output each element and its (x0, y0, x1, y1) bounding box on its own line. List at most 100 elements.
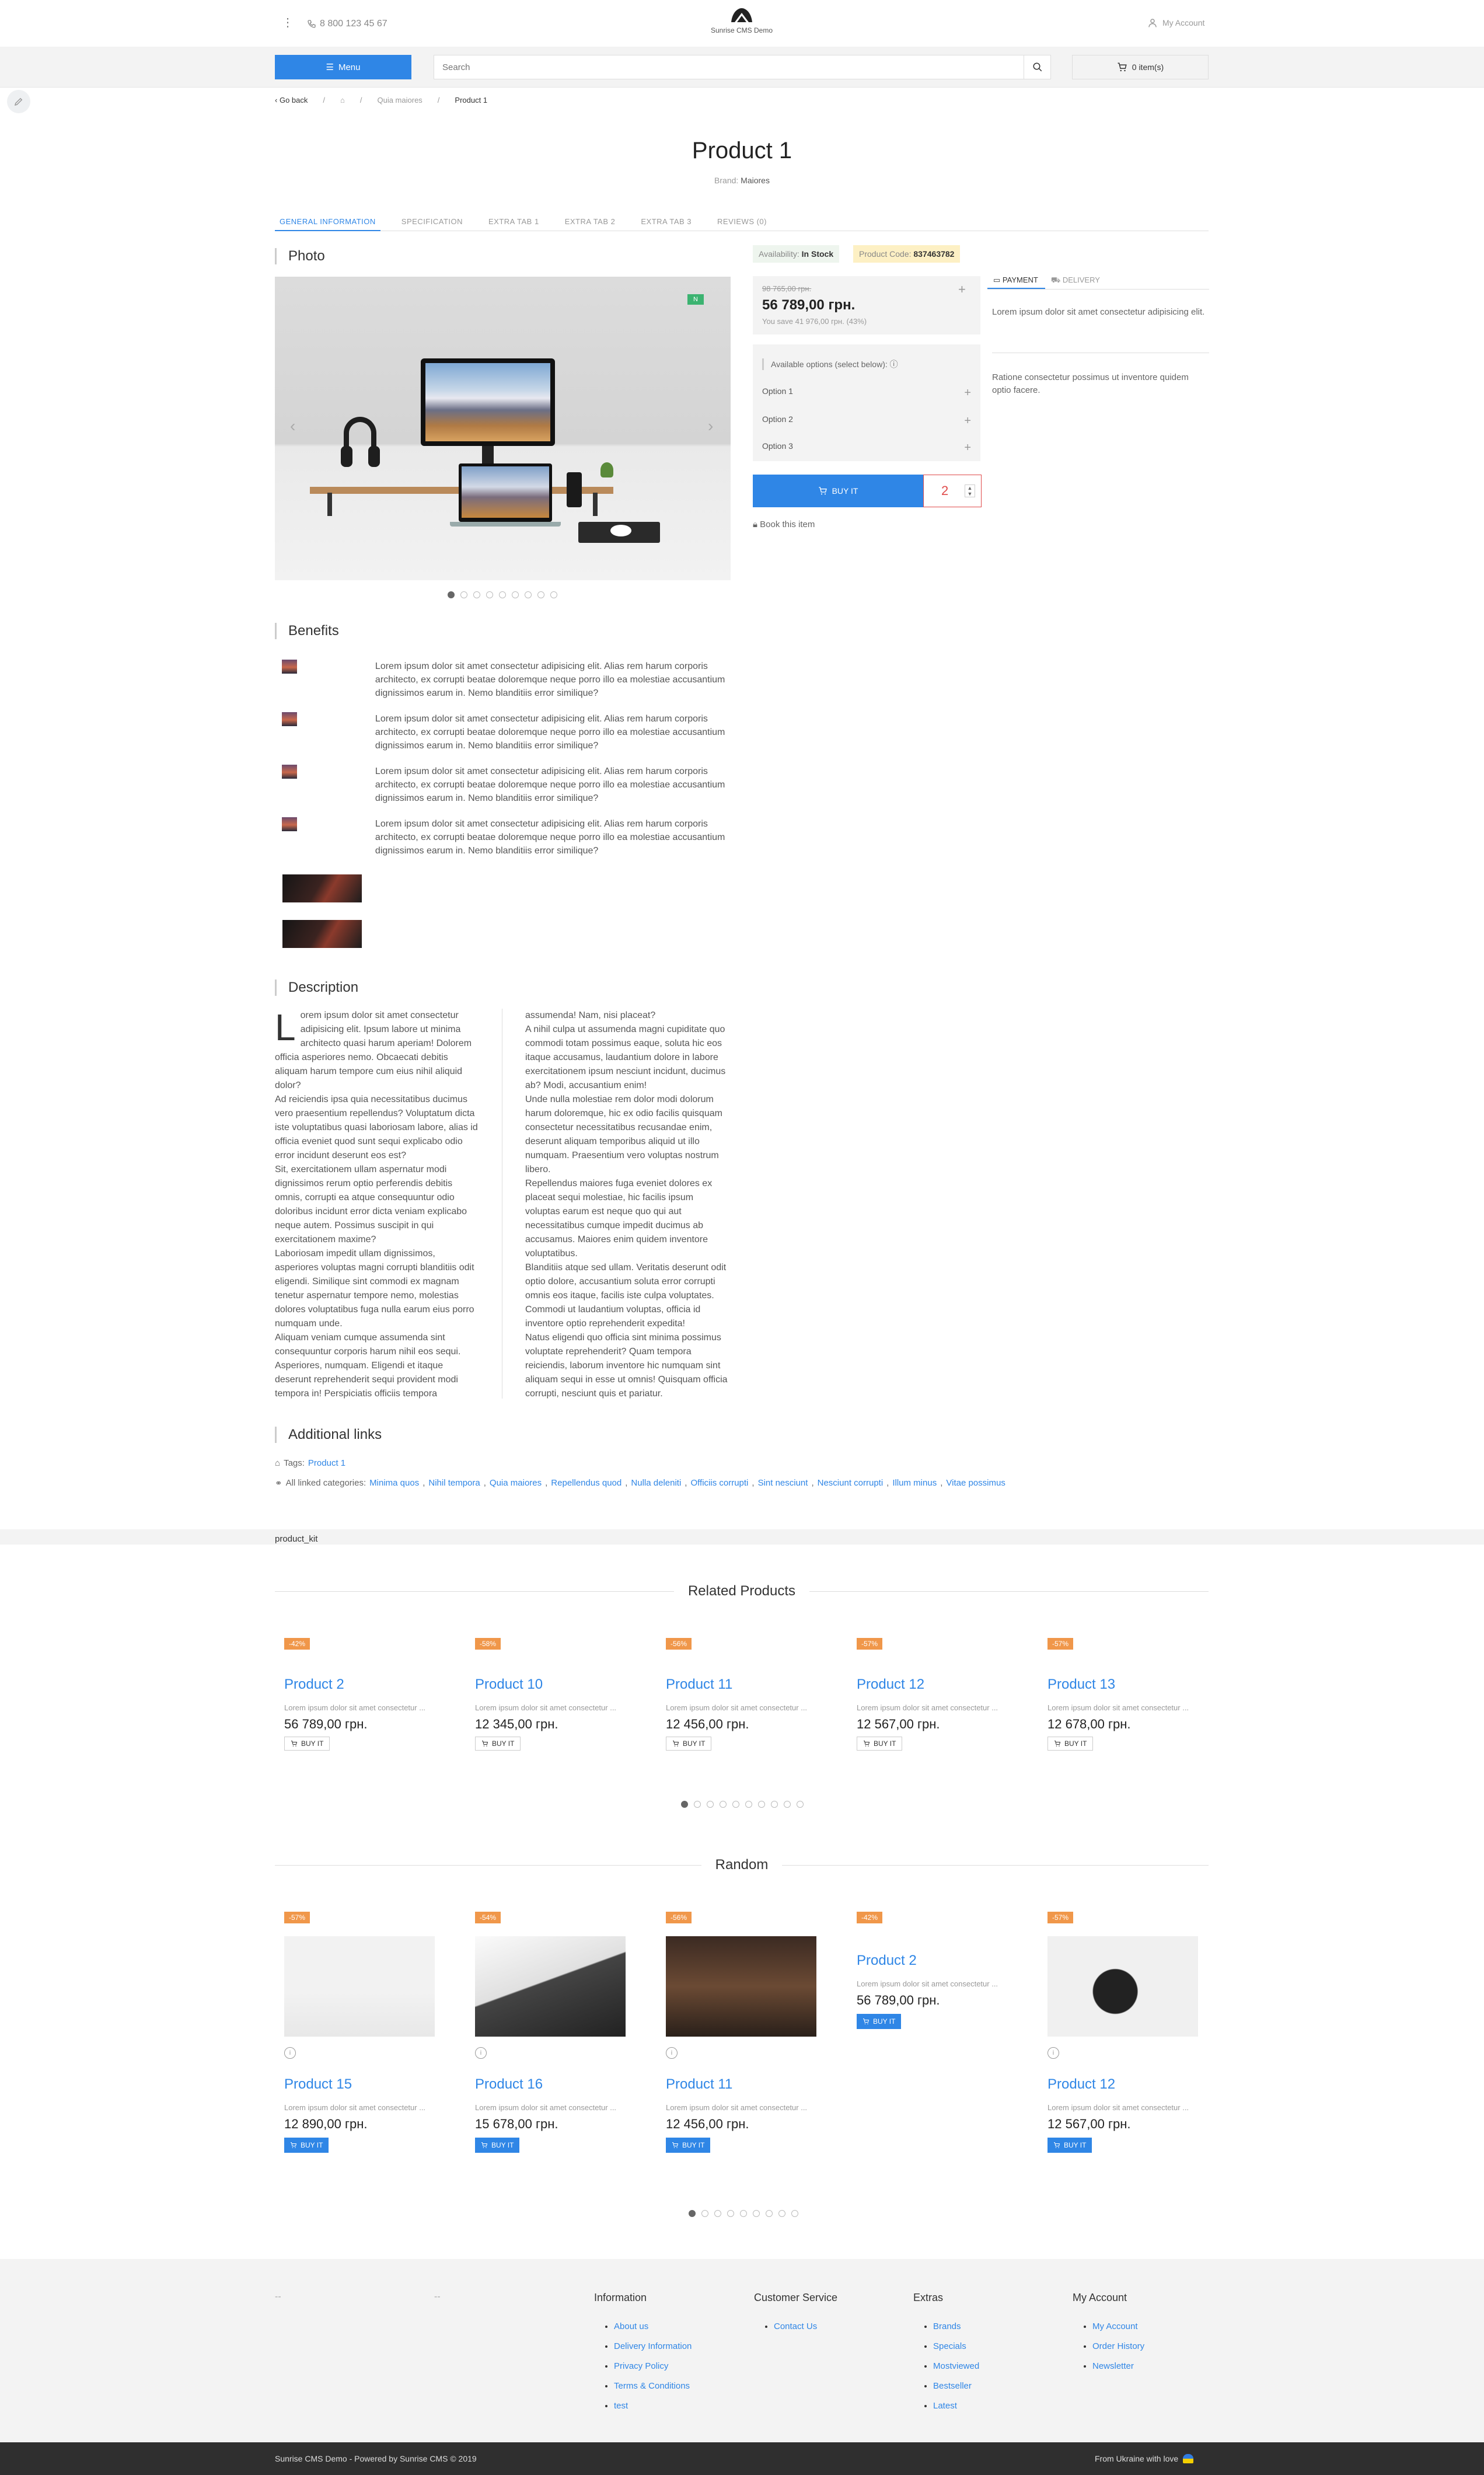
related-product-card[interactable]: -58% Product 10 Lorem ipsum dolor sit amet… (475, 1638, 638, 1751)
footer-link[interactable]: test (614, 2396, 692, 2416)
category-link[interactable]: Quia maiores (490, 1478, 542, 1489)
quantity-stepper[interactable]: 2 ▲ ▼ (923, 475, 982, 507)
menu-button[interactable]: ☰ Menu (275, 55, 411, 79)
pagination-dot[interactable] (720, 1801, 727, 1808)
info-icon[interactable]: i (284, 2047, 296, 2059)
search-input[interactable] (434, 55, 1024, 79)
pencil-icon[interactable] (7, 90, 30, 113)
pagination-dot[interactable] (460, 591, 467, 598)
pagination-dot[interactable] (740, 2210, 747, 2217)
book-item-link[interactable]: 🔒︎ Book this item (753, 520, 815, 529)
category-link[interactable]: Sint nesciunt (758, 1478, 808, 1489)
related-product-card[interactable]: -57% Product 12 Lorem ipsum dolor sit amet… (857, 1638, 1020, 1751)
pagination-dot[interactable] (727, 2210, 734, 2217)
quantity-value[interactable]: 2 (941, 483, 948, 499)
product-name[interactable]: Product 15 (284, 2076, 448, 2093)
buy-button[interactable]: BUY IT (1047, 1737, 1094, 1751)
product-image[interactable] (666, 1936, 816, 2037)
product-name[interactable]: Product 11 (666, 2076, 829, 2093)
phone[interactable]: 8 800 123 45 67 (307, 19, 387, 29)
buy-button[interactable]: BUY IT (666, 1737, 712, 1751)
tab-delivery[interactable]: ⛟ DELIVERY (1045, 273, 1107, 289)
pagination-dot[interactable] (797, 1801, 804, 1808)
breadcrumb-category[interactable]: Quia maiores (377, 96, 422, 104)
tab-reviews[interactable]: REVIEWS (0) (713, 216, 771, 231)
info-icon[interactable]: i (475, 2047, 487, 2059)
product-name[interactable]: Product 13 (1047, 1676, 1211, 1693)
pagination-dot[interactable] (791, 2210, 798, 2217)
buy-button[interactable]: BUY IT (753, 475, 923, 507)
prev-arrow-icon[interactable]: ‹ (290, 417, 295, 435)
kebab-menu-icon[interactable]: ⋮ (282, 15, 294, 30)
footer-link[interactable]: My Account (1092, 2317, 1144, 2337)
pagination-dot[interactable] (550, 591, 557, 598)
buy-button[interactable]: BUY IT (475, 2138, 520, 2153)
buy-button[interactable]: BUY IT (666, 2138, 711, 2153)
footer-link[interactable]: Newsletter (1092, 2357, 1144, 2376)
pagination-dot[interactable] (758, 1801, 765, 1808)
category-link[interactable]: Nesciunt corrupti (818, 1478, 884, 1489)
buy-button[interactable]: BUY IT (857, 2014, 902, 2029)
option-row[interactable]: Option 1 + (762, 386, 971, 400)
tag-link[interactable]: Product 1 (308, 1458, 345, 1468)
my-account-link[interactable]: My Account (1147, 18, 1204, 28)
buy-button[interactable]: BUY IT (284, 1737, 330, 1751)
footer-link[interactable]: Mostviewed (933, 2357, 979, 2376)
option-row[interactable]: Option 2 + (762, 414, 971, 428)
product-name[interactable]: Product 2 (857, 1953, 1020, 1969)
pagination-dot[interactable] (689, 2210, 696, 2217)
footer-link[interactable]: Brands (933, 2317, 979, 2337)
footer-link[interactable]: Bestseller (933, 2376, 979, 2396)
related-product-card[interactable]: -56% Product 11 Lorem ipsum dolor sit amet… (666, 1638, 829, 1751)
category-link[interactable]: Officiis corrupti (690, 1478, 748, 1489)
category-link[interactable]: Vitae possimus (946, 1478, 1005, 1489)
buy-button[interactable]: BUY IT (475, 1737, 521, 1751)
product-image[interactable] (475, 1936, 626, 2037)
buy-button[interactable]: BUY IT (1047, 2138, 1092, 2153)
category-link[interactable]: Repellendus quod (551, 1478, 621, 1489)
pagination-dot[interactable] (778, 2210, 785, 2217)
tab-payment[interactable]: ▭ PAYMENT (987, 273, 1045, 289)
footer-link[interactable]: Delivery Information (614, 2337, 692, 2357)
random-product-card[interactable]: -57% i Product 12 Lorem ipsum dolor sit ame… (1047, 1912, 1211, 2153)
random-product-card[interactable]: -54% i Product 16 Lorem ipsum dolor sit ame… (475, 1912, 638, 2153)
pagination-dot[interactable] (512, 591, 519, 598)
category-link[interactable]: Illum minus (892, 1478, 937, 1489)
product-name[interactable]: Product 2 (284, 1676, 448, 1693)
pagination-dot[interactable] (766, 2210, 773, 2217)
pagination-dot[interactable] (771, 1801, 778, 1808)
product-image[interactable] (284, 1936, 435, 2037)
search-button[interactable] (1024, 55, 1051, 79)
info-icon[interactable]: i (666, 2047, 678, 2059)
tab-specification[interactable]: SPECIFICATION (397, 216, 467, 231)
random-product-card[interactable]: -56% i Product 11 Lorem ipsum dolor sit ame… (666, 1912, 829, 2153)
buy-button[interactable]: BUY IT (284, 2138, 329, 2153)
pagination-dot[interactable] (681, 1801, 688, 1808)
pagination-dot[interactable] (499, 591, 506, 598)
random-product-card[interactable]: -57% i Product 15 Lorem ipsum dolor sit ame… (284, 1912, 448, 2153)
go-back-link[interactable]: ‹ Go back (275, 96, 308, 104)
home-icon[interactable]: ⌂ (340, 96, 345, 104)
pagination-dot[interactable] (745, 1801, 752, 1808)
product-name[interactable]: Product 10 (475, 1676, 638, 1693)
info-icon[interactable]: i (1047, 2047, 1059, 2059)
expand-price-icon[interactable]: + (958, 282, 966, 297)
pagination-dot[interactable] (701, 2210, 708, 2217)
product-image[interactable] (1047, 1936, 1198, 2037)
pagination-dot[interactable] (525, 591, 532, 598)
tab-extra-2[interactable]: EXTRA TAB 2 (560, 216, 620, 231)
pagination-dot[interactable] (784, 1801, 791, 1808)
tab-general-information[interactable]: GENERAL INFORMATION (275, 216, 380, 231)
product-name[interactable]: Product 12 (857, 1676, 1020, 1693)
pagination-dot[interactable] (694, 1801, 701, 1808)
pagination-dot[interactable] (448, 591, 455, 598)
pagination-dot[interactable] (707, 1801, 714, 1808)
category-link[interactable]: Nihil tempora (428, 1478, 480, 1489)
info-icon[interactable]: ⓘ (890, 360, 898, 369)
pagination-dot[interactable] (473, 591, 480, 598)
related-product-card[interactable]: -57% Product 13 Lorem ipsum dolor sit amet… (1047, 1638, 1211, 1751)
buy-button[interactable]: BUY IT (857, 1737, 903, 1751)
tab-extra-3[interactable]: EXTRA TAB 3 (636, 216, 696, 231)
footer-link[interactable]: Contact Us (774, 2317, 837, 2337)
footer-link[interactable]: Terms & Conditions (614, 2376, 692, 2396)
